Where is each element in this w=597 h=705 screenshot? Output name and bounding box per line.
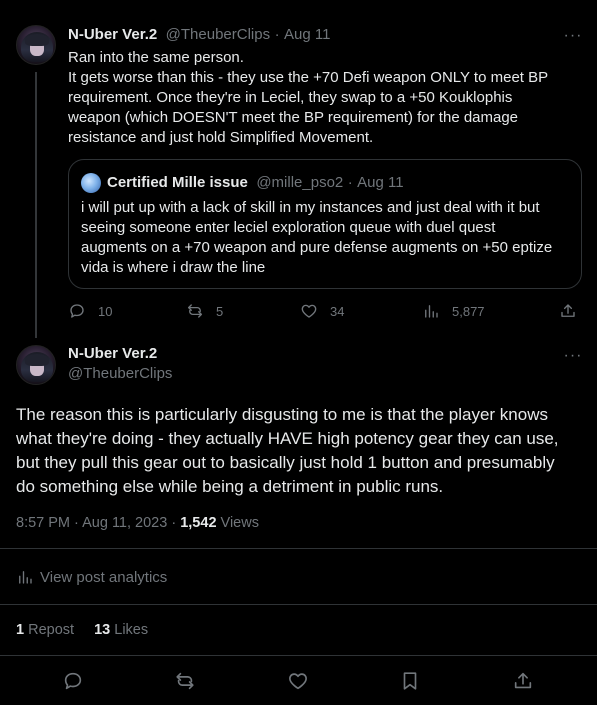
post-date[interactable]: Aug 11 [284, 26, 330, 43]
likes-stat-count: 13 [94, 622, 111, 638]
heart-icon [301, 304, 317, 318]
main-tweet-text: The reason this is particularly disgusti… [16, 405, 559, 496]
reply-count: 10 [98, 303, 113, 319]
repost-stat-label: Repost [28, 622, 75, 638]
analytics-icon [19, 571, 32, 584]
handle[interactable]: @TheuberClips [68, 365, 172, 382]
handle[interactable]: @TheuberClips [166, 26, 270, 43]
reply-tweet-header: N-Uber Ver.2 @TheuberClips · Aug 11 [68, 26, 330, 44]
engagement-stats: 1 Repost 13 Likes [16, 622, 148, 638]
quoted-tweet[interactable]: Certified Mille issue @mille_pso2 · Aug … [68, 159, 582, 289]
more-options-icon[interactable]: ··· [563, 348, 583, 370]
share-icon [561, 304, 575, 317]
quote-date: Aug 11 [357, 174, 404, 191]
like-count: 34 [330, 303, 345, 319]
reply-tweet-text: Ran into the same person. It gets worse … [68, 49, 549, 146]
share-button[interactable] [559, 302, 577, 320]
avatar[interactable] [16, 345, 56, 385]
separator-dot: · [74, 515, 79, 531]
quote-text: i will put up with a lack of skill in my… [81, 199, 553, 276]
reply-icon [70, 304, 84, 318]
divider [0, 655, 597, 656]
heart-icon [289, 673, 307, 690]
more-options-icon[interactable]: ··· [563, 28, 583, 50]
divider [0, 548, 597, 549]
views-icon [425, 305, 438, 318]
separator-dot: · [347, 174, 353, 191]
likes-stat-label: Likes [114, 622, 149, 638]
repost-stat-count: 1 [16, 622, 25, 638]
analytics-label: View post analytics [40, 568, 168, 586]
quote-header: Certified Mille issue @mille_pso2 · Aug … [107, 174, 404, 192]
separator-dot: · [274, 26, 280, 43]
likes-stat[interactable]: 13 Likes [94, 622, 148, 638]
like-button[interactable]: 34 [300, 302, 344, 320]
views-button[interactable]: 5,877 [422, 302, 485, 320]
bookmark-button[interactable] [399, 670, 421, 697]
avatar[interactable] [16, 25, 56, 65]
views-count: 5,877 [452, 303, 485, 319]
display-name[interactable]: N-Uber Ver.2 [68, 345, 157, 362]
views-label: Views [220, 515, 259, 531]
reply-button[interactable] [62, 670, 84, 697]
share-icon [514, 672, 532, 689]
views-count: 1,542 [180, 515, 217, 531]
view-analytics-link[interactable]: View post analytics [16, 568, 167, 586]
repost-button[interactable]: 5 [186, 302, 223, 320]
bookmark-icon [403, 672, 417, 690]
reply-button[interactable]: 10 [68, 302, 112, 320]
quote-avatar[interactable] [81, 173, 101, 193]
repost-button[interactable] [174, 670, 196, 697]
repost-icon [176, 672, 194, 690]
share-button[interactable] [512, 670, 534, 697]
post-timestamp: 8:57 PM · Aug 11, 2023 · 1,542 Views [16, 515, 259, 531]
quote-display-name: Certified Mille issue [107, 174, 248, 191]
repost-stat[interactable]: 1 Repost [16, 622, 78, 638]
post-time[interactable]: 8:57 PM [16, 515, 70, 531]
quote-handle: @mille_pso2 [256, 174, 344, 191]
repost-count: 5 [216, 303, 224, 319]
repost-icon [187, 304, 203, 318]
reply-icon [64, 672, 82, 690]
divider [0, 604, 597, 605]
thread-line [35, 72, 37, 338]
separator-dot: · [171, 515, 177, 531]
post-date[interactable]: Aug 11, 2023 [82, 515, 167, 531]
like-button[interactable] [287, 670, 309, 697]
display-name[interactable]: N-Uber Ver.2 [68, 26, 157, 43]
